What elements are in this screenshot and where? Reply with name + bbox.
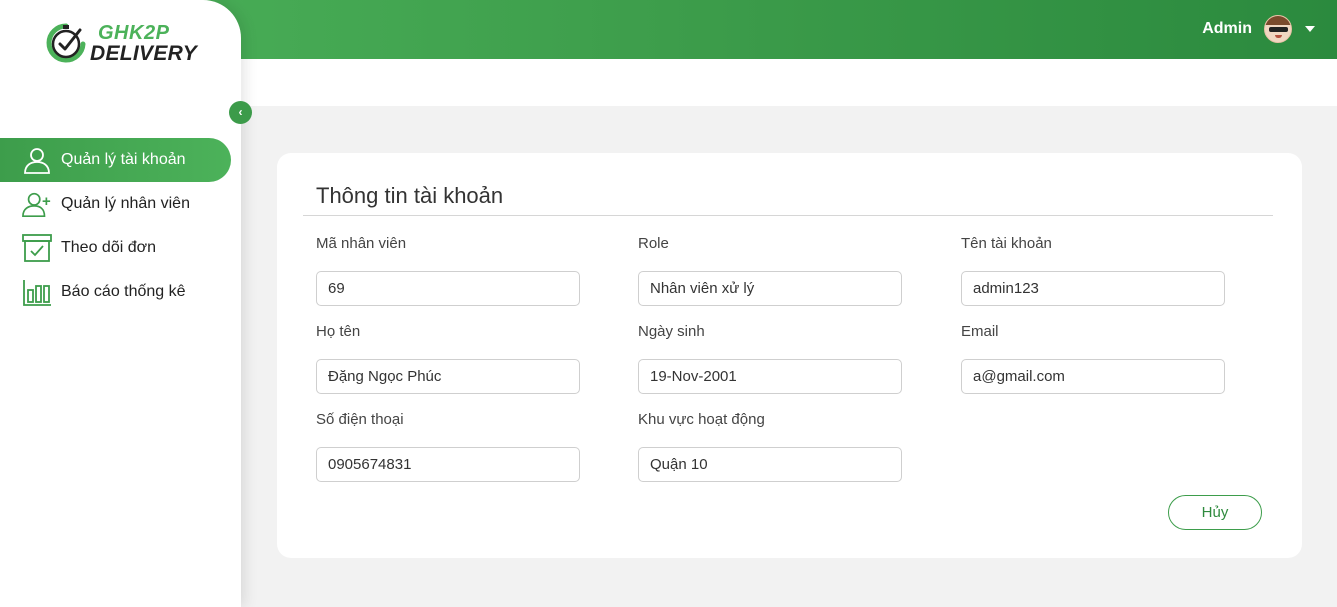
sidebar-item-account-management[interactable]: Quản lý tài khoản	[0, 138, 231, 182]
birth-date-input[interactable]	[638, 359, 902, 394]
box-check-icon	[22, 233, 52, 263]
field-label: Mã nhân viên	[316, 235, 407, 252]
phone-field: Số điện thoại	[316, 411, 580, 482]
account-info-card: Thông tin tài khoản Mã nhân viên Role Tê…	[277, 153, 1302, 558]
sidebar-item-label: Quản lý nhân viên	[61, 195, 190, 212]
title-divider	[303, 215, 1273, 216]
field-label: Khu vực hoạt động	[638, 411, 765, 428]
user-plus-icon	[22, 189, 52, 219]
sidebar-item-employee-management[interactable]: Quản lý nhân viên	[0, 182, 241, 226]
sidebar-item-statistics-report[interactable]: Báo cáo thống kê	[0, 270, 241, 314]
phone-input[interactable]	[316, 447, 580, 482]
area-field: Khu vực hoạt động	[638, 411, 902, 482]
employee-id-field: Mã nhân viên	[316, 235, 580, 306]
user-menu[interactable]: Admin	[1202, 13, 1315, 45]
logo-text-delivery: DELIVERY	[90, 42, 198, 65]
sidebar-collapse-button[interactable]: ‹	[229, 101, 252, 124]
caret-down-icon[interactable]	[1305, 26, 1315, 32]
birth-date-field: Ngày sinh	[638, 323, 902, 394]
field-label: Email	[961, 323, 999, 340]
stopwatch-check-icon	[46, 23, 86, 63]
employee-id-input[interactable]	[316, 271, 580, 306]
email-input[interactable]	[961, 359, 1225, 394]
username-input[interactable]	[961, 271, 1225, 306]
sidebar-item-label: Quản lý tài khoản	[61, 151, 186, 168]
email-field: Email	[961, 323, 1225, 394]
sub-header-bar	[241, 59, 1337, 106]
user-avatar[interactable]	[1264, 15, 1292, 43]
app-logo[interactable]: GHK2P DELIVERY	[42, 18, 212, 70]
sidebar-item-order-tracking[interactable]: Theo dõi đơn	[0, 226, 241, 270]
username-field: Tên tài khoản	[961, 235, 1225, 306]
field-label: Tên tài khoản	[961, 235, 1052, 252]
page-title: Thông tin tài khoản	[316, 183, 504, 208]
role-input[interactable]	[638, 271, 902, 306]
field-label: Ngày sinh	[638, 323, 705, 340]
sidebar-nav: Quản lý tài khoản Quản lý nhân viên Theo…	[0, 138, 241, 314]
role-field: Role	[638, 235, 902, 306]
field-label: Role	[638, 235, 669, 252]
user-icon	[22, 145, 52, 175]
cancel-button[interactable]: Hủy	[1168, 495, 1262, 530]
field-label: Họ tên	[316, 323, 361, 340]
chevron-left-icon: ‹	[238, 105, 243, 119]
user-name: Admin	[1202, 20, 1252, 37]
field-label: Số điện thoại	[316, 411, 404, 428]
sidebar-item-label: Báo cáo thống kê	[61, 283, 186, 300]
sidebar-item-label: Theo dõi đơn	[61, 239, 156, 256]
full-name-field: Họ tên	[316, 323, 580, 394]
area-input[interactable]	[638, 447, 902, 482]
sidebar: GHK2P DELIVERY Quản lý tài khoản Quản lý…	[0, 0, 241, 607]
bar-chart-icon	[22, 277, 52, 307]
full-name-input[interactable]	[316, 359, 580, 394]
